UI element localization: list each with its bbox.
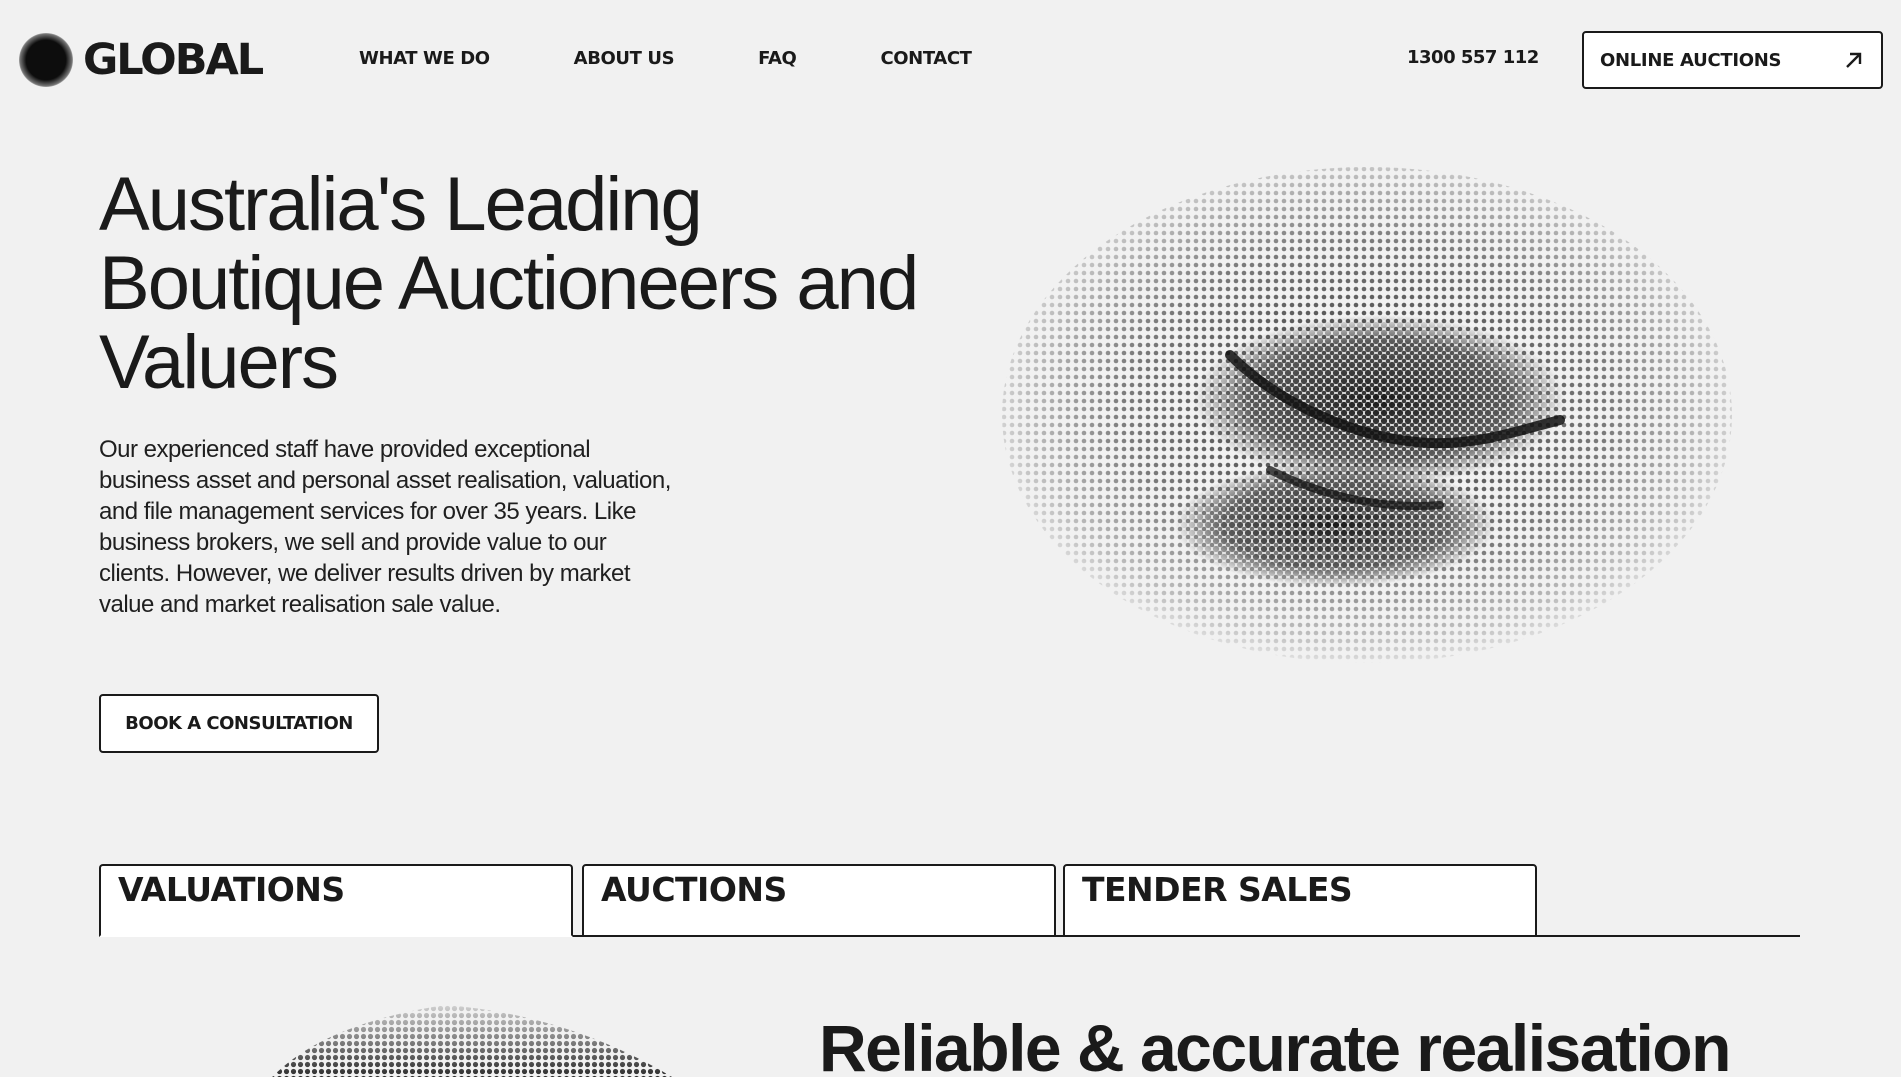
hero-title-line-1: Australia's Leading [99,162,703,247]
hero-title-line-3: Valuers [99,320,339,405]
logo-link[interactable]: GLOBAL [19,33,264,87]
online-auctions-button[interactable]: ONLINE AUCTIONS [1582,31,1883,89]
hero-title: Australia's Leading Boutique Auctioneers… [99,165,939,402]
nav-item-what-we-do[interactable]: WHAT WE DO [359,48,490,69]
nav-item-about-us[interactable]: ABOUT US [574,48,675,69]
online-auctions-label: ONLINE AUCTIONS [1600,49,1782,71]
hero-description: Our experienced staff have provided exce… [99,436,671,618]
phone-number-link[interactable]: 1300 557 112 [1407,47,1539,68]
book-consultation-button[interactable]: BOOK A CONSULTATION [99,694,379,753]
main-nav: WHAT WE DO ABOUT US FAQ CONTACT [359,48,1056,69]
nav-item-faq[interactable]: FAQ [758,48,797,69]
logo-mark-icon [19,33,73,87]
section-heading: Reliable & accurate realisation [819,1011,1731,1077]
section-halftone-image [255,1005,695,1077]
hero-title-line-2: Boutique Auctioneers and [99,241,919,326]
arrow-up-right-icon [1846,52,1862,68]
tab-tender-sales[interactable]: TENDER SALES [1063,864,1537,937]
tab-valuations[interactable]: VALUATIONS [99,864,573,937]
hero-halftone-image [1000,165,1735,665]
nav-item-contact[interactable]: CONTACT [880,48,971,69]
tab-auctions[interactable]: AUCTIONS [582,864,1056,937]
page: GLOBAL WHAT WE DO ABOUT US FAQ CONTACT 1… [0,0,1901,1077]
logo-text: GLOBAL [83,35,264,85]
